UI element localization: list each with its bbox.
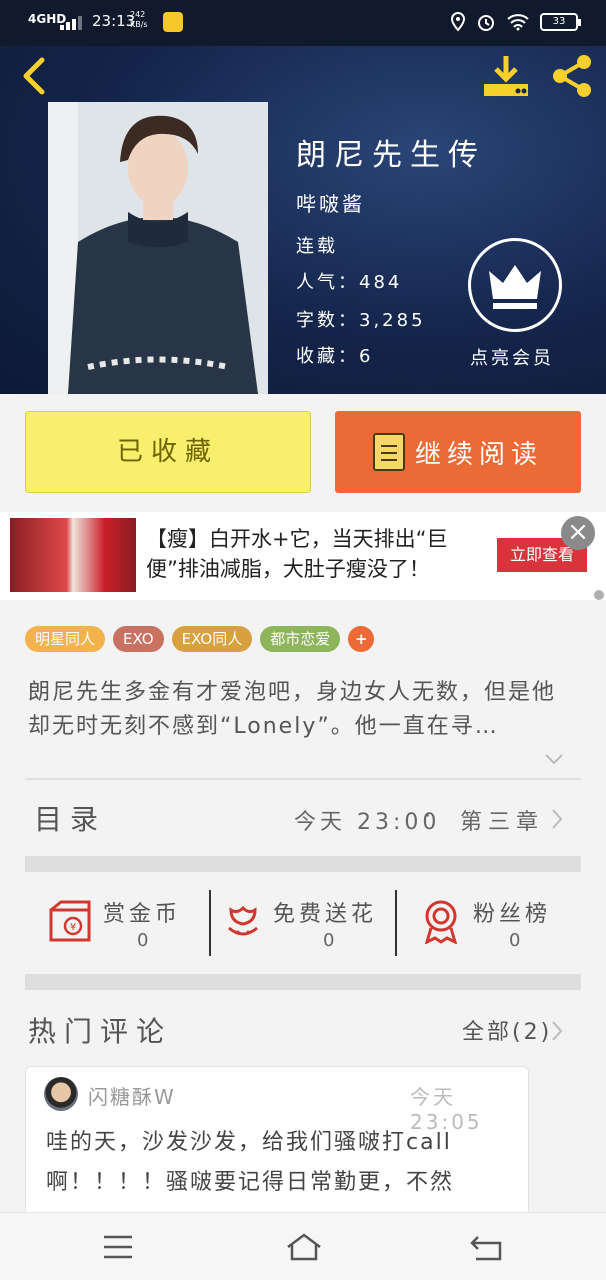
cover-portrait-image (48, 102, 268, 394)
favorites-line: 收藏：6 (296, 342, 373, 368)
section-separator (25, 974, 581, 990)
toc-label: 目录 (34, 803, 107, 836)
reward-coins-label: 赏金币 (103, 902, 182, 927)
book-icon (372, 433, 405, 471)
home-icon[interactable] (284, 1227, 324, 1267)
section-separator (25, 856, 581, 872)
toc-update-time: 今天 23:00 (294, 810, 441, 835)
action-bar: 已收藏 继续阅读 (0, 394, 606, 510)
popularity-line: 人气：484 (296, 268, 402, 294)
all-comments-label: 全部(2) (462, 1020, 553, 1045)
svg-text:¥: ¥ (70, 922, 76, 933)
clock: 23:13 (92, 12, 136, 30)
free-flower-value: 0 (323, 930, 335, 951)
chevron-right-icon (552, 1021, 563, 1041)
popularity-value: 484 (359, 272, 403, 293)
wifi-icon (507, 14, 529, 31)
favorites-value: 6 (359, 346, 374, 367)
stats-row: ¥ 赏金币 0 免费送花 0 粉丝榜 0 (25, 874, 581, 974)
book-header: 朗尼先生传 哔啵酱 连载 人气：484 字数：3,285 收藏：6 点亮会员 (0, 46, 606, 394)
battery-icon: 33 (540, 13, 581, 31)
book-title: 朗尼先生传 (296, 138, 486, 173)
avatar[interactable] (44, 1077, 78, 1111)
chevron-right-icon (552, 809, 563, 829)
tag-item[interactable]: 明星同人 (25, 626, 106, 652)
ad-close-button[interactable]: × (561, 516, 595, 550)
tag-item[interactable]: EXO同人 (171, 626, 253, 652)
medal-icon (424, 900, 458, 944)
money-envelope-icon: ¥ (49, 900, 91, 942)
continue-reading-button[interactable]: 继续阅读 (335, 411, 581, 493)
book-cover[interactable] (48, 102, 268, 394)
book-author[interactable]: 哔啵酱 (296, 188, 365, 217)
continue-reading-label: 继续阅读 (414, 439, 543, 470)
fan-ranking-value: 0 (509, 930, 521, 951)
word-count-line: 字数：3,285 (296, 306, 426, 332)
tag-item[interactable]: 都市恋爱 (260, 626, 341, 652)
flower-icon (228, 905, 258, 936)
alarm-icon (478, 15, 494, 31)
share-icon[interactable] (548, 54, 596, 98)
toc-latest-chapter: 第三章 (460, 810, 545, 835)
book-description[interactable]: 朗尼先生多金有才爱泡吧，身边女人无数，但是他却无时无刻不感到“Lonely”。他… (28, 676, 578, 744)
crown-icon (489, 265, 541, 309)
comment-text: 哇的天，沙发沙发，给我们骚啵打call啊！！！！骚啵要记得日常勤更，不然 (46, 1130, 455, 1195)
popularity-label: 人气： (296, 272, 359, 293)
book-status: 连载 (296, 236, 338, 257)
comment-card[interactable]: 闪糖酥W 今天 23:05 哇的天，沙发沙发，给我们骚啵打call啊！！！！骚啵… (25, 1066, 529, 1216)
vip-label[interactable]: 点亮会员 (470, 344, 554, 370)
reward-coins-button[interactable]: ¥ 赏金币 0 (25, 874, 211, 974)
notification-app-icon (163, 12, 183, 32)
status-right-icons: 33 (450, 12, 581, 32)
download-icon[interactable] (482, 54, 530, 98)
ad-text: 【瘦】白开水+它，当天排出“巨便”排油减脂，大肚子瘦没了！ (146, 527, 448, 581)
back-nav-icon[interactable] (466, 1227, 506, 1267)
location-icon (450, 12, 466, 32)
expand-chevron-icon[interactable] (544, 752, 564, 766)
ad-image (10, 518, 136, 592)
word-count-value: 3,285 (359, 310, 426, 331)
fan-ranking-label: 粉丝榜 (473, 902, 552, 927)
word-count-label: 字数： (296, 310, 359, 331)
reward-coins-value: 0 (137, 930, 149, 951)
fan-ranking-button[interactable]: 粉丝榜 0 (397, 874, 583, 974)
comment-username[interactable]: 闪糖酥W (88, 1081, 176, 1110)
tag-list: 明星同人 EXO EXO同人 都市恋爱 + (25, 626, 375, 652)
free-flower-label: 免费送花 (273, 902, 378, 927)
network-speed: 242 KB/s (130, 10, 148, 29)
status-bar: 4GHD 23:13 242 KB/s 33 (0, 0, 606, 46)
add-tag-button[interactable]: + (348, 626, 375, 652)
menu-icon[interactable] (98, 1227, 138, 1267)
ad-info-icon[interactable] (594, 590, 604, 600)
signal-icon (60, 14, 82, 30)
back-icon[interactable] (16, 56, 52, 96)
free-flower-button[interactable]: 免费送花 0 (211, 874, 397, 974)
toc-separator: · (424, 804, 431, 829)
tag-item[interactable]: EXO (113, 626, 164, 652)
hot-comments-label: 热门评论 (28, 1015, 173, 1048)
system-nav-bar (0, 1212, 606, 1280)
favorites-label: 收藏： (296, 346, 359, 367)
divider (25, 778, 581, 780)
favorited-button[interactable]: 已收藏 (25, 411, 311, 493)
ad-banner[interactable]: 【瘦】白开水+它，当天排出“巨便”排油减脂，大肚子瘦没了！ 立即查看 (0, 512, 606, 600)
vip-button[interactable] (468, 238, 562, 332)
